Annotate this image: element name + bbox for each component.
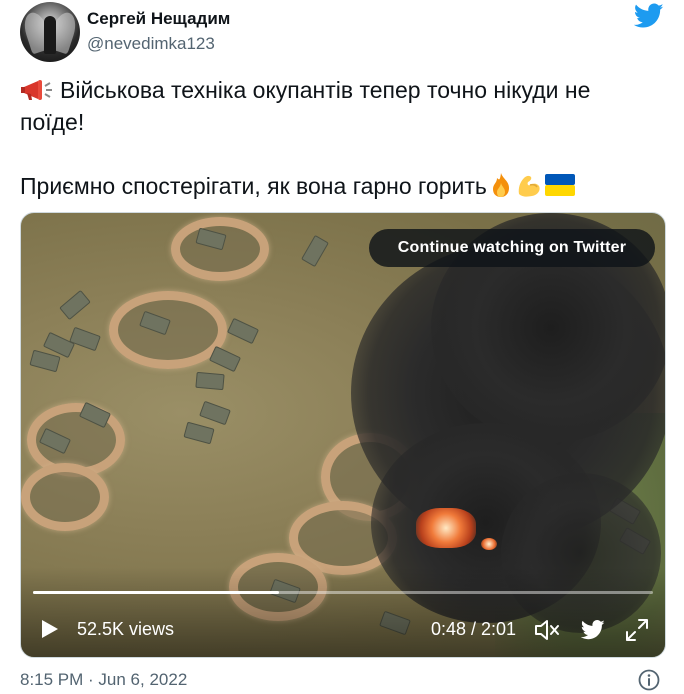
video-vehicle [69, 326, 101, 352]
volume-muted-icon[interactable] [534, 618, 560, 642]
twitter-bird-icon[interactable] [581, 620, 605, 640]
author-handle[interactable]: @nevedimka123 [87, 34, 215, 54]
twitter-bird-icon[interactable] [634, 3, 664, 29]
tweet-line-3-text: Приємно спостерігати, як вона гарно гори… [20, 173, 487, 199]
video-vehicle [183, 421, 215, 445]
ukraine-flag-icon [544, 174, 575, 196]
avatar-figure [44, 16, 56, 54]
tweet-line-1-text: Військова техніка окупантів тепер точно … [60, 77, 591, 103]
tweet-line-3: Приємно спостерігати, як вона гарно гори… [20, 170, 660, 202]
avatar[interactable] [20, 2, 80, 62]
tweet-timestamp[interactable]: 8:15 PM · Jun 6, 2022 [20, 670, 187, 690]
video-player[interactable]: Continue watching on Twitter 52.5K views… [20, 212, 666, 658]
video-vehicle [195, 371, 225, 391]
video-progress-fill [33, 591, 280, 594]
video-vehicle [29, 349, 61, 373]
video-time: 0:48 / 2:01 [431, 619, 517, 639]
author-display-name[interactable]: Сергей Нещадим [87, 9, 230, 29]
video-vehicle [208, 345, 242, 373]
video-berm [21, 463, 109, 531]
play-icon[interactable] [41, 619, 59, 639]
video-vehicle [226, 317, 260, 345]
video-views: 52.5K views [77, 619, 175, 639]
fire-emoji-icon [492, 173, 509, 197]
megaphone-icon [21, 80, 52, 100]
info-icon[interactable] [638, 669, 660, 691]
tweet-line-2: поїде! [20, 109, 85, 135]
fullscreen-icon[interactable] [625, 618, 649, 642]
video-progress-bar[interactable] [33, 591, 653, 594]
video-vehicle [59, 289, 91, 321]
video-vehicle [301, 234, 329, 268]
video-vehicle [199, 400, 231, 426]
video-fire [481, 538, 497, 550]
video-fire [416, 508, 476, 548]
video-controls-overlay [21, 567, 665, 657]
tweet-text: Військова техніка окупантів тепер точно … [20, 74, 660, 202]
tweet-line-1: Військова техніка окупантів тепер точно … [20, 74, 660, 106]
flexed-biceps-emoji-icon [518, 175, 540, 197]
continue-watching-button[interactable]: Continue watching on Twitter [369, 229, 655, 267]
